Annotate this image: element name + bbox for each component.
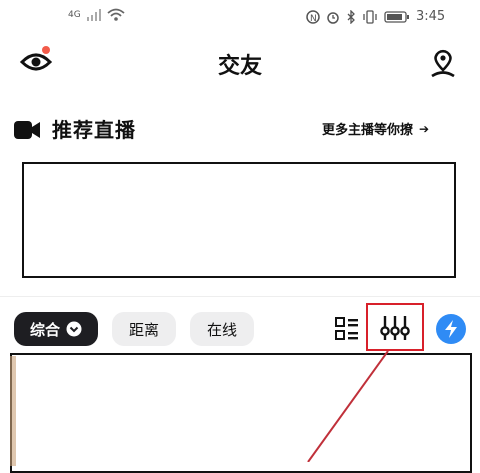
section-title-recommend-live: 推荐直播: [52, 118, 136, 142]
filter-chip-general[interactable]: 综合: [14, 312, 98, 346]
battery-icon: [384, 10, 409, 23]
lightning-icon: [445, 320, 457, 338]
filter-sliders-icon: [380, 316, 410, 340]
filter-chip-distance[interactable]: 距离: [112, 312, 176, 346]
signal-icon: [86, 9, 101, 21]
more-streamers-label: 更多主播等你撩: [322, 123, 414, 138]
grid-list-icon: [335, 317, 358, 340]
location-button[interactable]: [428, 48, 458, 80]
network-label: 4G: [68, 10, 81, 20]
layout-toggle-button[interactable]: [334, 316, 360, 342]
status-left: 4G: [68, 8, 125, 22]
chevron-down-circle-icon: [66, 321, 82, 337]
location-pin-icon: [431, 49, 455, 78]
section-divider: [0, 296, 480, 297]
wifi-icon: [107, 8, 125, 21]
filter-chip-online-label: 在线: [206, 320, 237, 339]
user-list-card[interactable]: [10, 353, 472, 473]
arrow-right-icon: ➔: [419, 121, 430, 136]
more-streamers-link[interactable]: 更多主播等你撩 ➔: [322, 119, 430, 139]
page-title: 交友: [217, 54, 262, 79]
svg-text:N: N: [310, 14, 317, 24]
bluetooth-icon: [347, 9, 355, 24]
filter-chip-general-label: 综合: [29, 320, 60, 339]
status-right: N 3:45: [306, 9, 445, 24]
quick-match-button[interactable]: [436, 314, 466, 344]
status-time: 3:45: [416, 9, 446, 24]
video-camera-icon: [12, 117, 42, 143]
live-stream-card[interactable]: [22, 162, 456, 278]
user-photo-edge: [10, 356, 16, 466]
vibrate-icon: [363, 9, 377, 24]
status-bar: 4G N 3:45: [0, 0, 480, 34]
alarm-icon: [327, 11, 339, 24]
filter-chip-distance-label: 距离: [128, 320, 159, 339]
filter-settings-button[interactable]: [380, 314, 410, 342]
filter-chip-online[interactable]: 在线: [190, 312, 254, 346]
nfc-icon: N: [306, 9, 320, 24]
